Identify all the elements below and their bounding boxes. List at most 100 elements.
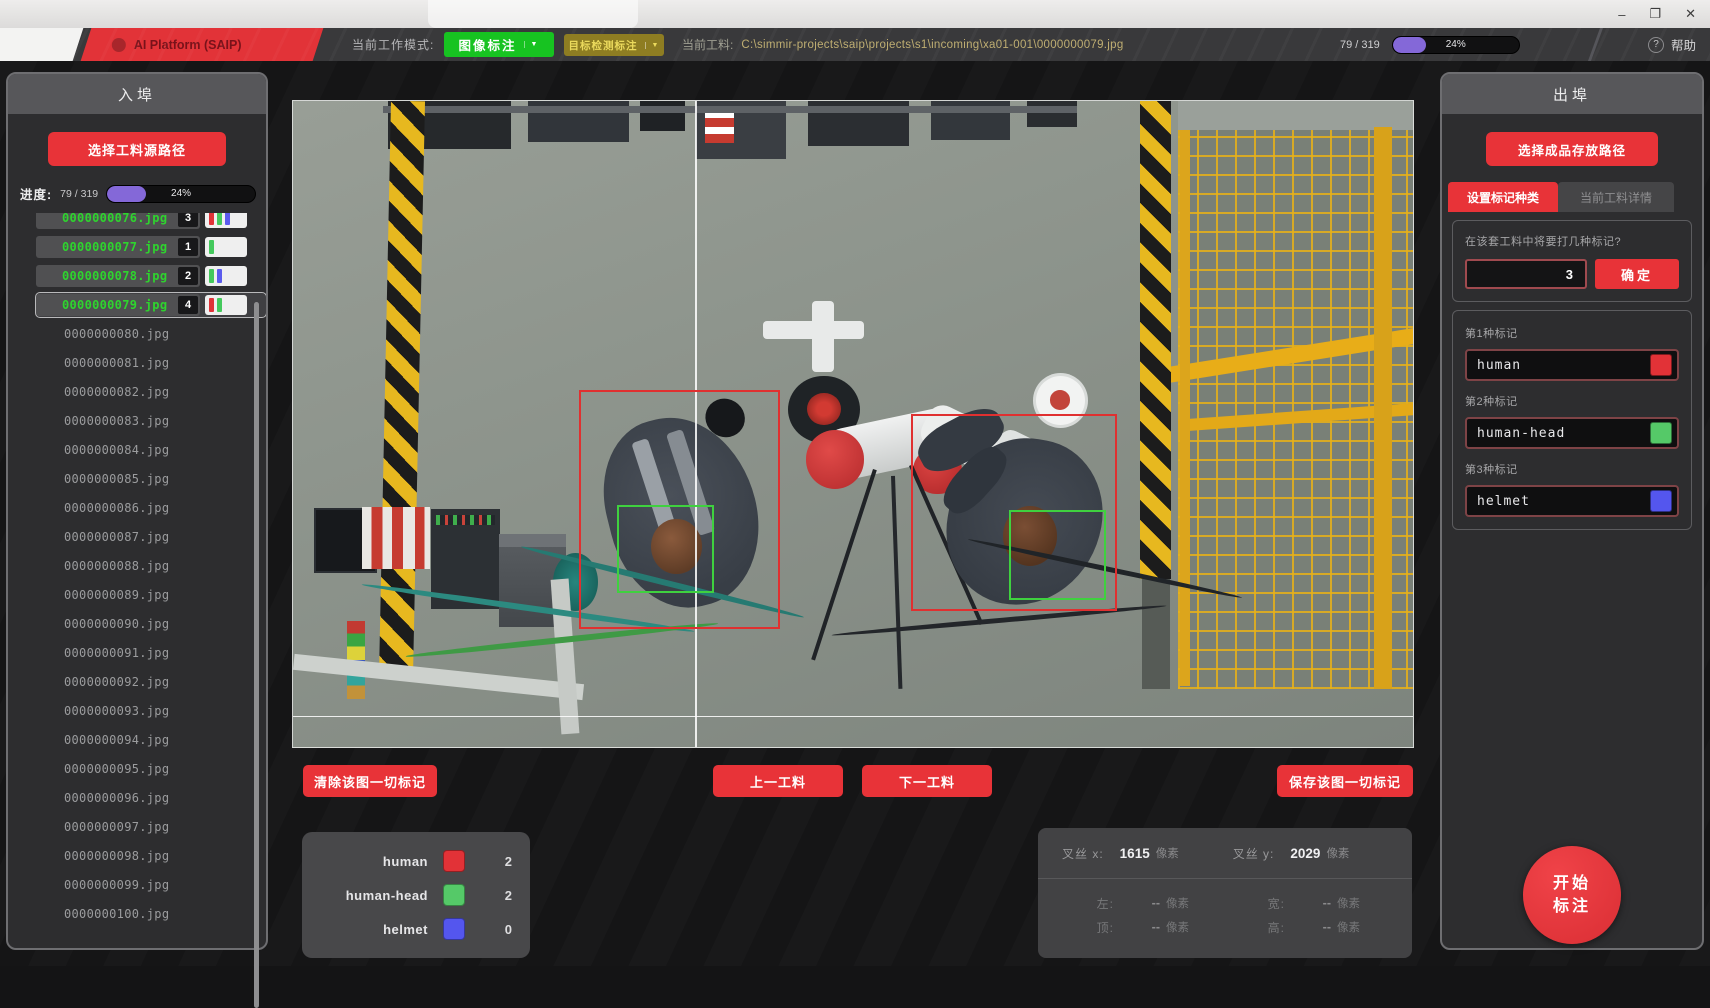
detection-annotation-mode-dropdown[interactable]: 目标检测标注 ▼ bbox=[564, 34, 664, 56]
photo-striped-pole-right bbox=[1140, 101, 1171, 579]
file-name: 0000000084.jpg bbox=[64, 443, 169, 457]
file-name: 0000000089.jpg bbox=[64, 588, 169, 602]
mark-types-group: 第1种标记human第2种标记human-head第3种标记helmet bbox=[1452, 310, 1692, 530]
file-list-item[interactable]: 0000000089.jpg bbox=[36, 583, 266, 607]
image-annotation-mode-dropdown[interactable]: 图像标注 ▼ bbox=[444, 32, 554, 57]
file-list-item[interactable]: 0000000094.jpg bbox=[36, 728, 266, 752]
minimize-icon[interactable]: – bbox=[1618, 7, 1625, 22]
maximize-icon[interactable]: ❐ bbox=[1649, 6, 1661, 22]
bbox-human-head-left[interactable] bbox=[617, 505, 714, 594]
mark-type-label: 第3种标记 bbox=[1465, 461, 1679, 477]
output-port-panel: 出埠 选择成品存放路径 设置标记种类 当前工料详情 在该套工料中将要打几种标记?… bbox=[1440, 72, 1704, 950]
file-list-item[interactable]: 0000000099.jpg bbox=[36, 873, 266, 897]
file-name: 0000000083.jpg bbox=[64, 414, 169, 428]
annotation-color-chip bbox=[205, 213, 247, 228]
tab-set-mark-types[interactable]: 设置标记种类 bbox=[1448, 182, 1558, 212]
file-list-item[interactable]: 0000000091.jpg bbox=[36, 641, 266, 665]
file-list-item[interactable]: 0000000076.jpg3 bbox=[36, 213, 266, 230]
mark-name-input[interactable]: human-head bbox=[1465, 417, 1679, 449]
photo-robot-base-joint bbox=[806, 430, 864, 488]
help-button[interactable]: ? 帮助 bbox=[1648, 28, 1696, 61]
mark-name-input[interactable]: helmet bbox=[1465, 485, 1679, 517]
file-list-item[interactable]: 0000000083.jpg bbox=[36, 409, 266, 433]
tab-current-item-detail[interactable]: 当前工料详情 bbox=[1558, 182, 1674, 212]
file-name: 0000000093.jpg bbox=[64, 704, 169, 718]
photo-table-frame bbox=[293, 654, 584, 700]
box-top-height-row: 顶: -- 像素 高: -- 像素 bbox=[1062, 915, 1388, 939]
legend-row: human2 bbox=[302, 844, 530, 878]
file-list-item[interactable]: 0000000093.jpg bbox=[36, 699, 266, 723]
save-all-marks-button[interactable]: 保存该图一切标记 bbox=[1277, 765, 1413, 797]
photo-turntable-center bbox=[807, 393, 841, 425]
file-name: 0000000079.jpg bbox=[62, 298, 167, 312]
image-annotation-mode-label: 图像标注 bbox=[459, 35, 517, 54]
current-file-label: 当前工料: bbox=[682, 36, 733, 53]
close-icon[interactable]: ✕ bbox=[1685, 6, 1696, 22]
file-list-item[interactable]: 0000000098.jpg bbox=[36, 844, 266, 868]
bbox-human-head-right[interactable] bbox=[1009, 510, 1106, 600]
brand-logo-icon bbox=[112, 38, 126, 52]
file-list-item[interactable]: 0000000081.jpg bbox=[36, 351, 266, 375]
start-annotation-button[interactable]: 开始 标注 bbox=[1523, 846, 1621, 944]
select-source-path-button[interactable]: 选择工料源路径 bbox=[48, 132, 226, 166]
file-list-item[interactable]: 0000000079.jpg4 bbox=[36, 293, 266, 317]
titlebar-tab bbox=[428, 0, 638, 28]
file-list-scrollbar[interactable] bbox=[254, 302, 259, 1008]
chevron-down-icon: ▼ bbox=[645, 42, 660, 49]
photo-robot-head-center bbox=[1050, 390, 1070, 409]
next-item-button[interactable]: 下一工料 bbox=[862, 765, 992, 797]
select-output-path-button[interactable]: 选择成品存放路径 bbox=[1486, 132, 1658, 166]
photo-fence-post bbox=[1180, 130, 1190, 686]
app-bar: AI Platform (SAIP) 当前工作模式: 图像标注 ▼ 目标检测标注… bbox=[0, 28, 1710, 61]
file-list-item[interactable]: 0000000078.jpg2 bbox=[36, 264, 266, 288]
mark-color-swatch[interactable] bbox=[1650, 354, 1672, 376]
file-list-item[interactable]: 0000000086.jpg bbox=[36, 496, 266, 520]
mark-count-input[interactable]: 3 bbox=[1465, 259, 1587, 289]
mark-count-group: 在该套工料中将要打几种标记? 3 确定 bbox=[1452, 220, 1692, 302]
file-list-item[interactable]: 0000000084.jpg bbox=[36, 438, 266, 462]
progress-percent-label: 24% bbox=[107, 186, 255, 202]
pixel-unit-label: 像素 bbox=[1337, 919, 1360, 935]
crosshair-x-value: 1615 bbox=[1120, 846, 1150, 861]
crosshair-y-value: 2029 bbox=[1290, 846, 1320, 861]
file-name: 0000000087.jpg bbox=[64, 530, 169, 544]
file-list-item[interactable]: 0000000080.jpg bbox=[36, 322, 266, 346]
file-name: 0000000085.jpg bbox=[64, 472, 169, 486]
file-list-item[interactable]: 0000000077.jpg1 bbox=[36, 235, 266, 259]
confirm-button[interactable]: 确定 bbox=[1595, 259, 1679, 289]
file-name: 0000000090.jpg bbox=[64, 617, 169, 631]
previous-item-button[interactable]: 上一工料 bbox=[713, 765, 843, 797]
file-name: 0000000092.jpg bbox=[64, 675, 169, 689]
mark-name-value: human-head bbox=[1477, 426, 1565, 441]
file-list-item[interactable]: 0000000087.jpg bbox=[36, 525, 266, 549]
file-list-item[interactable]: 0000000088.jpg bbox=[36, 554, 266, 578]
file-list-item[interactable]: 0000000082.jpg bbox=[36, 380, 266, 404]
photo-striped-device bbox=[362, 507, 429, 570]
mark-color-swatch[interactable] bbox=[1650, 490, 1672, 512]
file-list-item[interactable]: 0000000100.jpg bbox=[36, 902, 266, 925]
mark-name-input[interactable]: human bbox=[1465, 349, 1679, 381]
progress-label: 进度: bbox=[20, 184, 52, 203]
photo-machine bbox=[1027, 101, 1077, 127]
detection-annotation-mode-label: 目标检测标注 bbox=[569, 38, 638, 53]
clear-all-marks-button[interactable]: 清除该图一切标记 bbox=[303, 765, 437, 797]
legend-count: 2 bbox=[505, 854, 512, 869]
file-list-item[interactable]: 0000000092.jpg bbox=[36, 670, 266, 694]
crosshair-y-label: 叉丝 y: bbox=[1233, 845, 1275, 862]
legend-row: helmet0 bbox=[302, 912, 530, 946]
box-left-label: 左: bbox=[1062, 895, 1114, 912]
annotation-color-chip bbox=[205, 266, 247, 286]
file-list-item[interactable]: 0000000097.jpg bbox=[36, 815, 266, 839]
annotation-color-chip bbox=[205, 237, 247, 257]
file-list-item[interactable]: 0000000085.jpg bbox=[36, 467, 266, 491]
file-list[interactable]: 0000000076.jpg3 0000000077.jpg1 0000000078… bbox=[8, 213, 266, 925]
file-list-item[interactable]: 0000000095.jpg bbox=[36, 757, 266, 781]
annotation-count-badge: 1 bbox=[178, 238, 198, 256]
annotation-canvas[interactable] bbox=[292, 100, 1414, 748]
appbar-divider bbox=[1588, 28, 1603, 61]
file-list-item[interactable]: 0000000090.jpg bbox=[36, 612, 266, 636]
crosshair-x-label: 叉丝 x: bbox=[1062, 845, 1104, 862]
mark-color-swatch[interactable] bbox=[1650, 422, 1672, 444]
file-name-bubble: 0000000076.jpg3 bbox=[36, 213, 200, 229]
file-list-item[interactable]: 0000000096.jpg bbox=[36, 786, 266, 810]
